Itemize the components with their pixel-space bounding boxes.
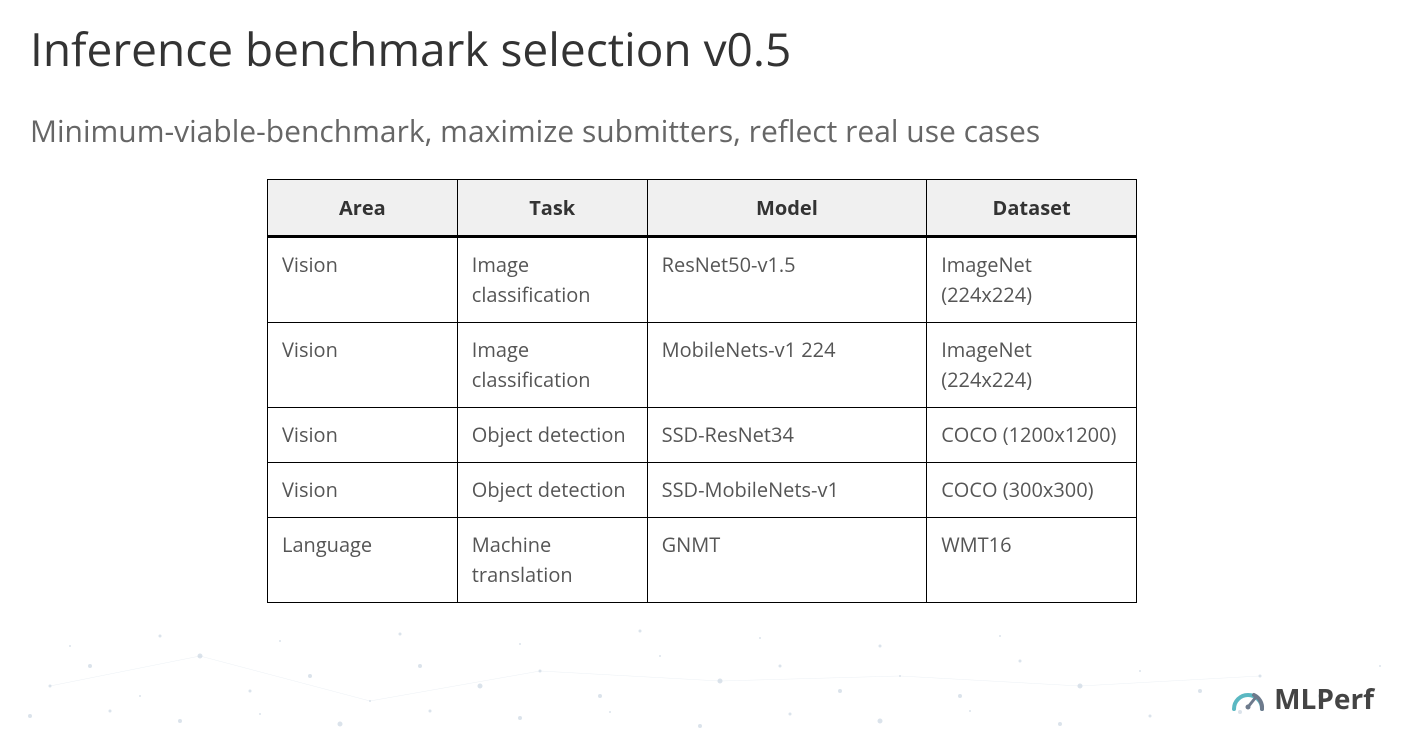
benchmark-table: Area Task Model Dataset Vision Image cla… <box>267 179 1137 603</box>
cell-model: SSD-MobileNets-v1 <box>647 463 927 518</box>
table-container: Area Task Model Dataset Vision Image cla… <box>0 179 1404 603</box>
gauge-icon <box>1230 685 1266 713</box>
cell-area: Vision <box>268 237 458 323</box>
header-dataset: Dataset <box>927 180 1137 237</box>
header-task: Task <box>457 180 647 237</box>
slide-subtitle: Minimum-viable-benchmark, maximize submi… <box>0 80 1404 151</box>
table-row: Vision Object detection SSD-MobileNets-v… <box>268 463 1137 518</box>
cell-task: Object detection <box>457 408 647 463</box>
logo-text: MLPerf <box>1274 680 1374 718</box>
table-row: Vision Image classification MobileNets-v… <box>268 323 1137 408</box>
cell-task: Image classification <box>457 323 647 408</box>
cell-model: SSD-ResNet34 <box>647 408 927 463</box>
cell-model: GNMT <box>647 518 927 603</box>
cell-area: Vision <box>268 463 458 518</box>
table-row: Vision Object detection SSD-ResNet34 COC… <box>268 408 1137 463</box>
cell-dataset: COCO (1200x1200) <box>927 408 1137 463</box>
cell-area: Vision <box>268 323 458 408</box>
table-row: Vision Image classification ResNet50-v1.… <box>268 237 1137 323</box>
table-row: Language Machine translation GNMT WMT16 <box>268 518 1137 603</box>
header-area: Area <box>268 180 458 237</box>
cell-area: Vision <box>268 408 458 463</box>
cell-dataset: WMT16 <box>927 518 1137 603</box>
cell-model: ResNet50-v1.5 <box>647 237 927 323</box>
cell-dataset: ImageNet (224x224) <box>927 323 1137 408</box>
cell-area: Language <box>268 518 458 603</box>
cell-task: Machine translation <box>457 518 647 603</box>
cell-dataset: COCO (300x300) <box>927 463 1137 518</box>
cell-dataset: ImageNet (224x224) <box>927 237 1137 323</box>
cell-task: Image classification <box>457 237 647 323</box>
header-model: Model <box>647 180 927 237</box>
cell-model: MobileNets-v1 224 <box>647 323 927 408</box>
slide-title: Inference benchmark selection v0.5 <box>0 0 1404 80</box>
table-header-row: Area Task Model Dataset <box>268 180 1137 237</box>
cell-task: Object detection <box>457 463 647 518</box>
mlperf-logo: MLPerf <box>1230 680 1374 718</box>
